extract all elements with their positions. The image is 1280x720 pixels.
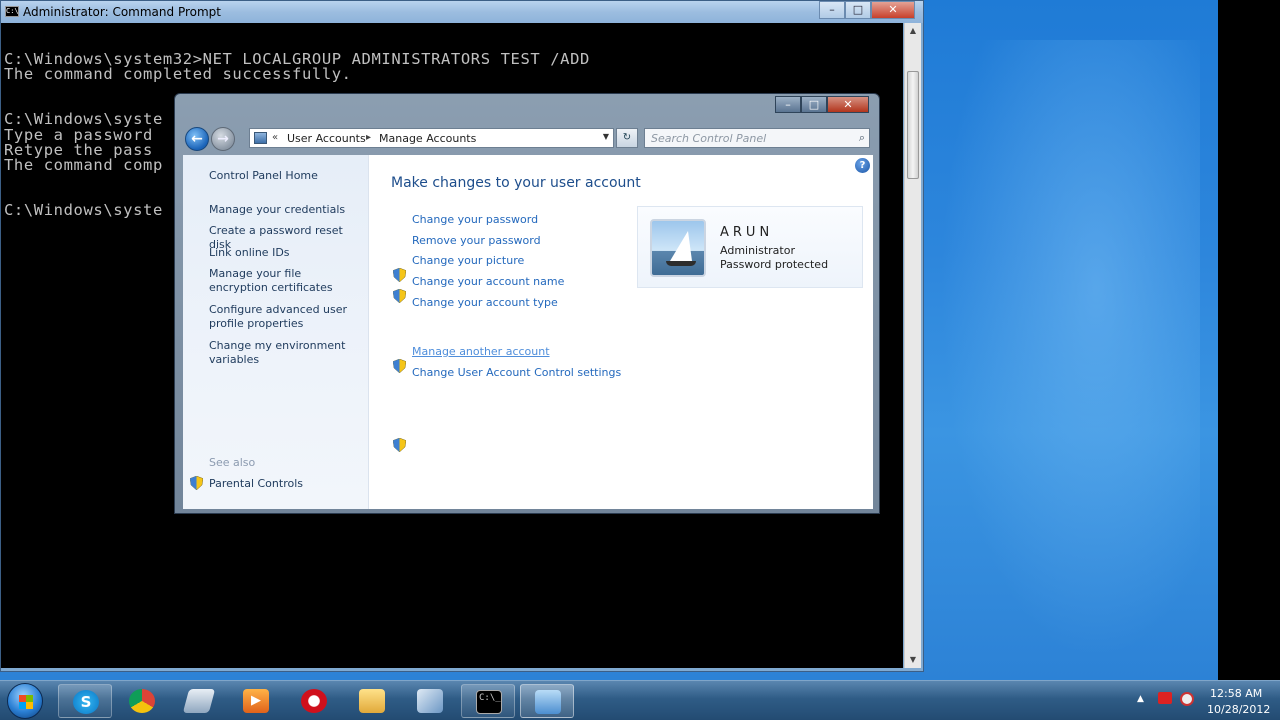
change-account-type-link[interactable]: Change your account type (412, 296, 558, 309)
remote-desktop-icon (417, 689, 443, 713)
desktop-edge (1218, 0, 1280, 720)
libraries-icon (182, 689, 216, 713)
nav-file-encryption[interactable]: Manage your file encryption certificates (209, 267, 359, 295)
show-hidden-icons-icon[interactable]: ▲ (1137, 694, 1144, 704)
sailboat-icon (670, 231, 692, 261)
control-panel-icon (254, 132, 267, 144)
search-input[interactable]: Search Control Panel ⌕ (644, 128, 870, 148)
taskbar-remote-desktop[interactable] (403, 684, 457, 718)
clock-date[interactable]: 10/28/2012 (1207, 703, 1270, 716)
cmd-close-button[interactable]: ✕ (871, 1, 915, 19)
remove-password-link[interactable]: Remove your password (412, 234, 541, 247)
account-status: Password protected (720, 258, 829, 271)
change-picture-link[interactable]: Change your picture (412, 254, 524, 267)
start-button[interactable] (7, 683, 43, 719)
uac-settings-link[interactable]: Change User Account Control settings (412, 366, 621, 379)
address-bar[interactable]: « User Accounts ▸ Manage Accounts ▼ (249, 128, 614, 148)
avatar[interactable] (650, 219, 706, 277)
command-prompt-icon: C:\_ (476, 690, 502, 714)
page-title: Make changes to your user account (391, 175, 641, 191)
cmd-maximize-button[interactable]: □ (845, 1, 871, 19)
change-password-link[interactable]: Change your password (412, 213, 538, 226)
cp-maximize-button[interactable]: □ (801, 96, 827, 113)
scroll-thumb[interactable] (907, 71, 919, 179)
taskbar-folder[interactable] (345, 684, 399, 718)
cmd-scrollbar[interactable]: ▲ ▼ (904, 23, 921, 668)
account-card: ARUN Administrator Password protected (637, 206, 863, 288)
control-panel-window: – □ ✕ ← → « User Accounts ▸ Manage Accou… (174, 93, 880, 514)
breadcrumb-user-accounts[interactable]: User Accounts (287, 132, 366, 145)
nav-manage-credentials[interactable]: Manage your credentials (209, 203, 359, 217)
cmd-title-icon: C:\ (5, 6, 19, 17)
cmd-titlebar[interactable]: C:\ Administrator: Command Prompt – □ ✕ (1, 1, 923, 23)
nav-environment-variables[interactable]: Change my environment variables (209, 339, 359, 367)
parental-controls-link[interactable]: Parental Controls (209, 477, 303, 490)
scroll-up-icon[interactable]: ▲ (905, 23, 921, 39)
cmd-line: The command comp (4, 156, 163, 174)
shield-icon (393, 268, 406, 282)
taskbar-command-prompt[interactable]: C:\_ (461, 684, 515, 718)
shield-icon (393, 438, 406, 452)
nav-control-panel-home[interactable]: Control Panel Home (209, 169, 359, 183)
chevron-down-icon[interactable]: ▼ (603, 132, 609, 141)
shield-icon (190, 476, 203, 490)
opera-icon (301, 689, 327, 713)
left-nav-pane: Control Panel Home Manage your credentia… (183, 155, 369, 509)
cp-close-button[interactable]: ✕ (827, 96, 869, 113)
scroll-down-icon[interactable]: ▼ (905, 652, 921, 668)
see-also-heading: See also (209, 456, 256, 469)
cp-minimize-button[interactable]: – (775, 96, 801, 113)
taskbar-chrome[interactable] (115, 684, 169, 718)
windows-logo-icon-lower (19, 702, 33, 709)
shield-icon (393, 359, 406, 373)
folder-icon (359, 689, 385, 713)
refresh-button[interactable]: ↻ (616, 128, 638, 148)
address-overflow-icon[interactable]: « (272, 132, 278, 143)
taskbar-media-player[interactable]: ▶ (229, 684, 283, 718)
taskbar-control-panel[interactable] (520, 684, 574, 718)
media-player-icon: ▶ (243, 689, 269, 713)
change-account-name-link[interactable]: Change your account name (412, 275, 564, 288)
network-icon[interactable] (1180, 692, 1194, 706)
chrome-icon (129, 689, 155, 713)
account-role: Administrator (720, 244, 795, 257)
nav-link-online-ids[interactable]: Link online IDs (209, 246, 359, 260)
control-panel-content: Control Panel Home Manage your credentia… (183, 155, 873, 509)
manage-another-account-link[interactable]: Manage another account (412, 345, 550, 358)
search-placeholder: Search Control Panel (651, 132, 767, 145)
boat-hull (666, 261, 696, 266)
help-icon[interactable]: ? (855, 158, 870, 173)
cmd-minimize-button[interactable]: – (819, 1, 845, 19)
breadcrumb-arrow-icon[interactable]: ▸ (366, 132, 371, 143)
clock-time[interactable]: 12:58 AM (1210, 687, 1262, 700)
cmd-line: The command completed successfully. (4, 65, 352, 83)
nav-advanced-profile[interactable]: Configure advanced user profile properti… (209, 303, 359, 331)
action-center-icon[interactable] (1158, 692, 1172, 704)
cmd-title: Administrator: Command Prompt (23, 5, 221, 19)
taskbar-skype[interactable]: S (58, 684, 112, 718)
forward-button[interactable]: → (211, 127, 235, 151)
taskbar-libraries[interactable] (172, 684, 226, 718)
cmd-line: C:\Windows\syste (4, 201, 163, 219)
back-button[interactable]: ← (185, 127, 209, 151)
account-name: ARUN (720, 225, 774, 240)
breadcrumb-manage-accounts[interactable]: Manage Accounts (379, 132, 476, 145)
control-panel-icon (535, 690, 561, 714)
taskbar: S ▶ C:\_ (0, 680, 1280, 720)
search-icon[interactable]: ⌕ (859, 131, 865, 145)
taskbar-opera[interactable] (287, 684, 341, 718)
desktop-glow (940, 40, 1200, 660)
skype-icon: S (73, 690, 99, 714)
shield-icon (393, 289, 406, 303)
